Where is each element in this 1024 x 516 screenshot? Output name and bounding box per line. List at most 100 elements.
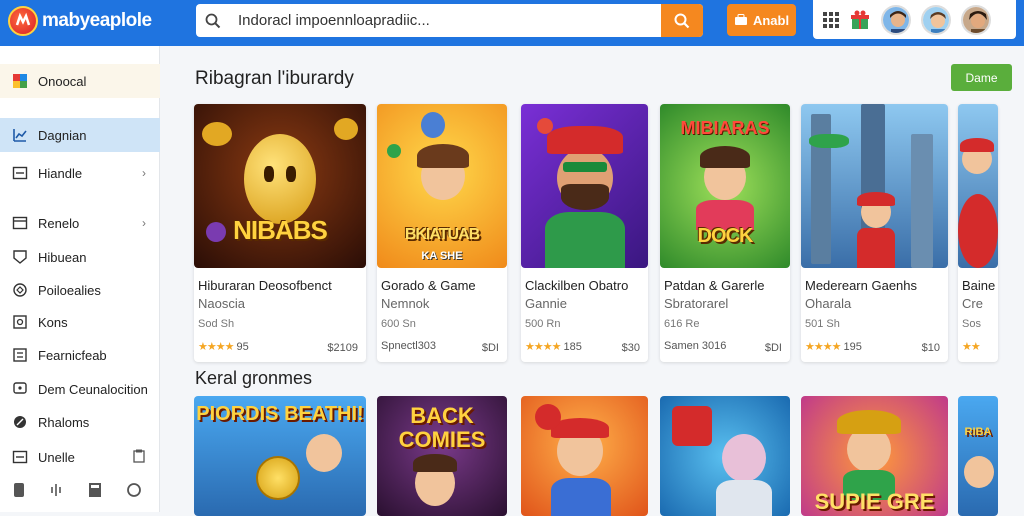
star-rating-icon: ★★★★ (525, 341, 561, 353)
app-name: Baine (962, 278, 996, 293)
app-rating-value: 185 (563, 341, 582, 353)
sidebar-item-hibuean[interactable]: Hibuean (0, 240, 160, 274)
game-card[interactable]: SUPIE GRE (801, 396, 948, 516)
sidebar-item-rhaloms[interactable]: Rhaloms (0, 405, 160, 439)
search-button[interactable] (661, 4, 703, 37)
app-name: Hiburaran Deosofbenct (198, 278, 332, 293)
game-card[interactable]: RIBA (958, 396, 998, 516)
sidebar-footer (12, 482, 142, 498)
app-thumbnail: MIBIARAS DOCK (660, 104, 790, 268)
app-name: Mederearn Gaenhs (805, 278, 918, 293)
sidebar-item-label: Fearnicfeab (38, 347, 107, 363)
game-card[interactable]: BACK COMIES (377, 396, 507, 516)
app-size: 616 Re (664, 318, 700, 330)
app-size: 600 Sn (381, 318, 416, 330)
app-art-subtitle: KA SHE (421, 250, 463, 262)
app-size: Sos (962, 318, 981, 330)
gift-icon[interactable] (849, 9, 871, 31)
sidebar-item-renelo[interactable]: Renelo › (0, 206, 160, 240)
image-icon (12, 314, 28, 330)
app-rating: ★★★★ 195 (805, 340, 862, 353)
app-rating-value: 195 (843, 341, 862, 353)
app-card[interactable]: MIBIARAS DOCK Patdan & Garerle Sbratorar… (660, 104, 790, 362)
app-name: Patdan & Garerle (664, 278, 765, 293)
app-category: Nemnok (381, 296, 430, 311)
tag-icon (12, 282, 28, 298)
app-card[interactable]: Clackilben Obatro Gannie 500 Rn ★★★★ 185… (521, 104, 648, 362)
sidebar-item-active[interactable]: Dagnian (0, 118, 160, 152)
phone-icon[interactable] (12, 482, 26, 498)
sidebar-item-label: Poiloealies (38, 282, 101, 298)
app-price: $DI (481, 342, 499, 354)
sidebar-item-label: Unelle (38, 449, 75, 465)
sidebar-item-policies[interactable]: Poiloealies (0, 273, 160, 307)
app-category: Oharala (805, 296, 852, 311)
search-icon (674, 13, 690, 28)
app-thumbnail (521, 104, 648, 268)
app-card[interactable]: NIBABS Hiburaran Deosofbenct Naoscia Sod… (194, 104, 366, 362)
sidebar: Onoocal Dagnian Hiandle › Renelo › Hibue… (0, 46, 160, 512)
sidebar-item-home[interactable]: Onoocal (0, 64, 160, 98)
game-art-title: BACK COMIES (398, 403, 486, 452)
avatar[interactable] (921, 4, 951, 35)
app-category: Naoscia (198, 296, 245, 311)
sidebar-item-label: Hiandle (38, 165, 83, 181)
app-card[interactable]: BKIATUAB KA SHE Gorado & Game Nemnok 600… (377, 104, 507, 362)
star-rating-icon: ★★ (962, 341, 981, 353)
view-all-button[interactable]: Dame (951, 64, 1012, 91)
audio-icon[interactable] (50, 482, 64, 498)
star-rating-icon: ★★★★ (198, 341, 234, 353)
app-rating: ★★★★ 95 (198, 340, 249, 353)
app-name: Gorado & Game (381, 278, 476, 293)
app-rating: ★★ (962, 340, 981, 353)
tablet-icon[interactable] (88, 482, 102, 498)
game-card[interactable]: PIORDIS BEATHI! (194, 396, 366, 516)
search-input[interactable] (230, 5, 661, 36)
app-size: 500 Rn (525, 318, 561, 330)
app-card[interactable]: Mederearn Gaenhs Oharala 501 Sh ★★★★ 195… (801, 104, 948, 362)
bag-icon (734, 14, 747, 25)
avatar[interactable] (961, 4, 991, 35)
header-action-button[interactable]: Anabl (727, 4, 796, 36)
sidebar-item-kons[interactable]: Kons (0, 305, 160, 339)
game-card[interactable] (521, 396, 648, 516)
top-bar: mabyeaplole Anabl (0, 0, 1024, 46)
sidebar-item-unelle[interactable]: Unelle (0, 440, 160, 474)
section-title-library: Ribagran l'iburardy (195, 68, 354, 89)
app-category: Gannie (525, 296, 567, 311)
app-size: 501 Sh (805, 318, 840, 330)
app-rating: Spnectl303 (381, 340, 437, 352)
game-art-title: RIBA (964, 426, 992, 438)
chat-icon (12, 381, 28, 397)
apps-grid-icon[interactable] (823, 11, 839, 28)
colorful-logo-icon (12, 73, 28, 89)
app-art-subtitle: MIBIARAS (680, 118, 770, 138)
app-thumbnail (958, 104, 998, 268)
sidebar-item-label: Onoocal (38, 73, 87, 89)
chevron-right-icon: › (142, 216, 146, 230)
sidebar-item-communication[interactable]: Dem Ceunalocition (0, 372, 160, 406)
sidebar-item-label: Dagnian (38, 127, 87, 143)
app-art-title: NIBABS (233, 215, 328, 245)
chart-icon (12, 127, 28, 143)
app-category: Sbratorarel (664, 296, 729, 311)
app-card[interactable]: Baine Cre Sos ★★ (958, 104, 998, 362)
brand-logo[interactable]: mabyeaplole (8, 6, 152, 36)
game-card[interactable] (660, 396, 790, 516)
clipboard-icon[interactable] (132, 449, 146, 466)
document-icon (12, 347, 28, 363)
sidebar-item-label: Renelo (38, 215, 80, 231)
sidebar-item-handle[interactable]: Hiandle › (0, 156, 160, 190)
app-price: $30 (621, 342, 640, 354)
circle-icon[interactable] (126, 482, 142, 498)
app-rating-value: 95 (236, 341, 249, 353)
game-art-title: PIORDIS BEATHI! (196, 403, 364, 425)
window-icon (12, 449, 28, 465)
app-rating: ★★★★ 185 (525, 340, 582, 353)
app-price: $10 (921, 342, 940, 354)
sidebar-item-feature[interactable]: Fearnicfeab (0, 338, 160, 372)
app-name: Clackilben Obatro (525, 278, 629, 293)
sidebar-item-label: Hibuean (38, 249, 87, 265)
app-art-title: DOCK (697, 225, 754, 247)
avatar[interactable] (881, 4, 911, 35)
